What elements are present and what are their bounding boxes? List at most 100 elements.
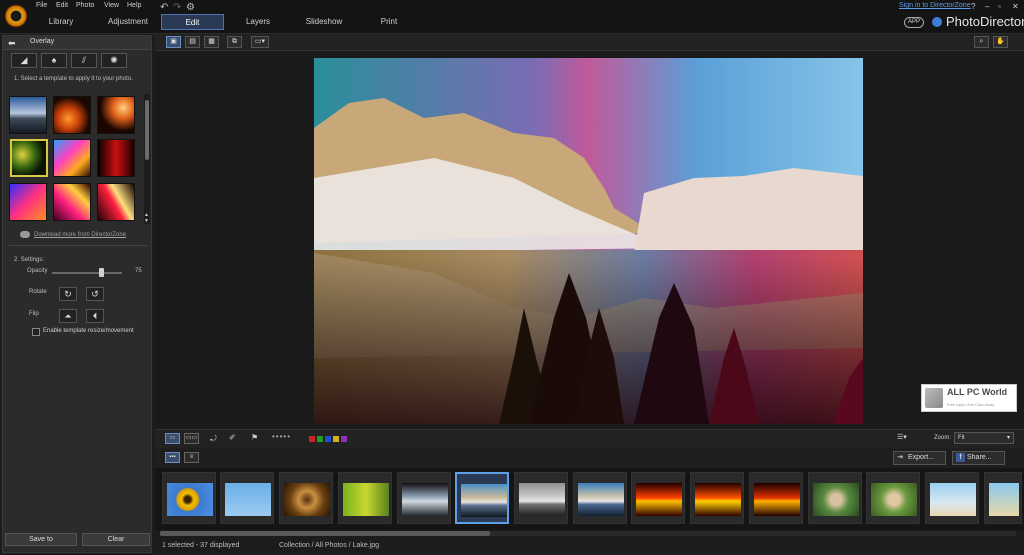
template-scrollbar[interactable]: ▲ ▼ — [144, 94, 150, 224]
hand-tool-icon[interactable]: ✋ — [993, 36, 1008, 48]
tab-slideshow[interactable]: Slideshow — [302, 14, 346, 30]
template-grid — [9, 96, 139, 224]
film-thumb[interactable] — [279, 472, 333, 524]
overlay-panel: ⬅ Overlay ◢ ♠ ⫽ ✺ 1. Select a template t… — [2, 35, 152, 553]
filmstrip-scrollbar[interactable] — [160, 531, 1016, 536]
flip-horizontal-icon[interactable]: ⏴ — [86, 309, 104, 323]
rating-stars-icon[interactable]: ••••• — [272, 432, 291, 441]
panel-header: ⬅ Overlay — [3, 36, 151, 50]
thumb-image — [636, 483, 682, 516]
film-thumb[interactable] — [925, 472, 979, 524]
overlay-type-burst-icon[interactable]: ✺ — [101, 53, 127, 68]
zoom-tool-icon[interactable]: ⌕ — [974, 36, 989, 48]
redo-icon[interactable]: ↷ — [173, 2, 181, 13]
clear-button[interactable]: Clear — [82, 533, 150, 546]
overlay-type-leaf-icon[interactable]: ♠ — [41, 53, 67, 68]
minimize-icon[interactable]: – — [985, 2, 989, 11]
menu-edit[interactable]: Edit — [56, 2, 68, 9]
display-dropdown-icon[interactable]: ▭▾ — [251, 36, 269, 48]
film-thumb[interactable] — [749, 472, 803, 524]
film-thumb[interactable] — [808, 472, 862, 524]
template-thumb[interactable] — [9, 96, 47, 134]
step2-text: 2. Settings: — [14, 257, 45, 263]
film-thumb[interactable] — [162, 472, 216, 524]
compare-view-icon[interactable]: ▣ — [166, 36, 181, 48]
film-thumb[interactable] — [984, 472, 1022, 524]
template-thumb[interactable] — [53, 96, 91, 134]
film-thumb[interactable] — [514, 472, 568, 524]
film-thumb[interactable] — [573, 472, 627, 524]
template-thumb[interactable] — [97, 139, 135, 177]
color-label-purple[interactable] — [341, 436, 347, 442]
maximize-icon[interactable]: ▫ — [998, 2, 1001, 11]
menu-view[interactable]: View — [104, 2, 119, 9]
rotate-ccw-icon[interactable]: ↺ — [86, 287, 104, 301]
share-button[interactable]: f Share... — [952, 451, 1005, 465]
film-thumb[interactable] — [866, 472, 920, 524]
second-screen-icon[interactable]: ⧉ — [227, 36, 242, 48]
film-thumb[interactable] — [397, 472, 451, 524]
single-view-icon[interactable]: ▤ — [185, 36, 200, 48]
export-button[interactable]: ⇥ Export... — [893, 451, 946, 465]
color-label-yellow[interactable] — [333, 436, 339, 442]
color-label-blue[interactable] — [325, 436, 331, 442]
flip-vertical-icon[interactable]: ⏶ — [59, 309, 77, 323]
template-thumb[interactable] — [97, 183, 135, 221]
menu-photo[interactable]: Photo — [76, 2, 94, 9]
list-view-icon[interactable]: ≡ — [184, 452, 199, 463]
tab-library[interactable]: Library — [40, 14, 82, 30]
dual-layout-icon[interactable]: ▭▭ — [184, 433, 199, 444]
filmstrip — [155, 468, 1024, 530]
back-arrow-icon[interactable]: ⬅ — [8, 38, 16, 49]
grid-view-icon[interactable]: ▦ — [204, 36, 219, 48]
signin-link[interactable]: Sign in to DirectorZone — [899, 2, 971, 9]
film-thumb[interactable] — [690, 472, 744, 524]
thumb-image — [461, 484, 507, 517]
film-thumb[interactable] — [631, 472, 685, 524]
rotate-tool-icon[interactable]: ⤾ — [210, 434, 217, 444]
overlay-type-light-icon[interactable]: ◢ — [11, 53, 37, 68]
single-layout-icon[interactable]: ▭ — [165, 433, 180, 444]
tab-print[interactable]: Print — [372, 14, 406, 30]
download-more-link[interactable]: Download more from DirectorZone — [34, 232, 126, 238]
film-thumb[interactable] — [338, 472, 392, 524]
menu-file[interactable]: File — [36, 2, 47, 9]
template-thumb[interactable] — [53, 183, 91, 221]
main-photo[interactable] — [314, 58, 863, 424]
watermark-title: ALL PC World — [947, 387, 1008, 397]
template-thumb[interactable] — [9, 183, 47, 221]
export-icon: ⇥ — [897, 454, 903, 461]
scrollbar-thumb[interactable] — [160, 531, 490, 536]
settings-icon[interactable]: ⚙ — [186, 2, 195, 13]
scrollbar-thumb[interactable] — [145, 100, 149, 160]
film-thumb-selected[interactable] — [455, 472, 509, 524]
watermark-logo-icon — [925, 388, 943, 408]
opacity-slider[interactable] — [52, 272, 122, 274]
tab-edit[interactable]: Edit — [161, 14, 224, 30]
sort-menu-icon[interactable]: ☰▾ — [897, 433, 915, 444]
film-thumb[interactable] — [220, 472, 274, 524]
color-label-red[interactable] — [309, 436, 315, 442]
template-thumb-selected[interactable] — [10, 139, 48, 177]
template-thumb[interactable] — [53, 139, 91, 177]
enable-resize-checkbox[interactable] — [32, 328, 40, 336]
overlay-type-streak-icon[interactable]: ⫽ — [71, 53, 97, 68]
save-to-button[interactable]: Save to — [5, 533, 77, 546]
app-badge[interactable]: APP — [904, 17, 924, 28]
tab-adjustment[interactable]: Adjustment — [104, 14, 152, 30]
help-icon[interactable]: ? — [971, 2, 975, 11]
undo-icon[interactable]: ↶ — [160, 2, 168, 13]
filmstrip-view-icon[interactable]: ▪▪▪ — [165, 452, 180, 463]
zoom-select[interactable]: Fit ▾ — [954, 432, 1014, 444]
rotate-cw-icon[interactable]: ↻ — [59, 287, 77, 301]
brush-tool-icon[interactable]: ✐ — [229, 433, 236, 442]
scroll-down-icon[interactable]: ▼ — [144, 218, 149, 224]
close-icon[interactable]: ✕ — [1012, 2, 1019, 11]
color-label-green[interactable] — [317, 436, 323, 442]
flag-icon[interactable]: ⚑ — [251, 433, 258, 442]
menu-help[interactable]: Help — [127, 2, 141, 9]
selection-count: 1 selected - 37 displayed — [162, 542, 240, 549]
opacity-slider-knob[interactable] — [99, 268, 104, 277]
template-thumb[interactable] — [97, 96, 135, 134]
tab-layers[interactable]: Layers — [240, 14, 276, 30]
